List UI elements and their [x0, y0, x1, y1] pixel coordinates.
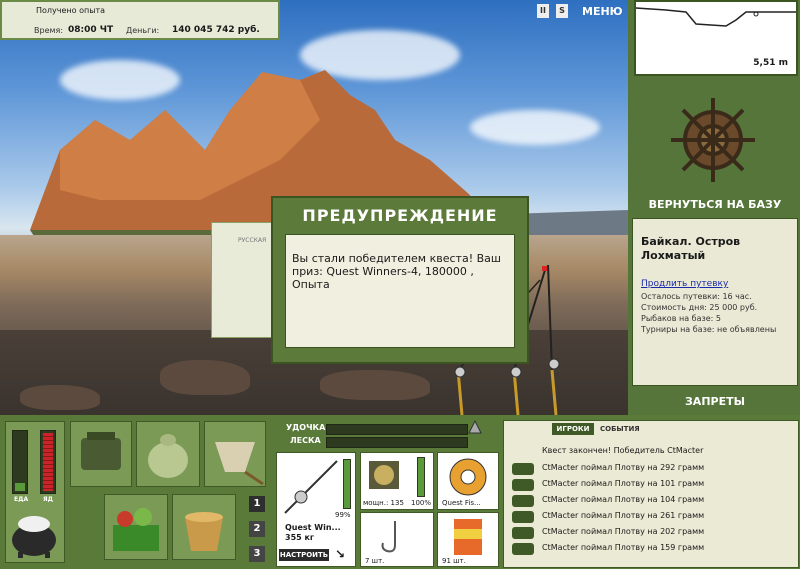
- trip-left: Осталось путевки: 16 час.: [641, 292, 752, 301]
- line-label: ЛЕСКА: [290, 436, 321, 445]
- tackle-box-slot[interactable]: [70, 421, 132, 487]
- day-cost: Стоимость дня: 25 000 руб.: [641, 303, 758, 312]
- ship-wheel-icon[interactable]: [668, 95, 758, 185]
- expand-arrow-icon[interactable]: ↘: [335, 547, 345, 561]
- background-window-label: РУССКАЯ: [238, 237, 267, 244]
- tab-players[interactable]: ИГРОКИ: [552, 423, 594, 435]
- sound-button[interactable]: S: [556, 4, 568, 18]
- rod-reel-icon: [284, 460, 338, 514]
- player-info-panel: Получено опыта Время: 08:00 ЧТ Деньги: 1…: [0, 0, 280, 40]
- food-basket-slot[interactable]: [104, 494, 168, 560]
- bait-count: 91 шт.: [442, 557, 466, 565]
- page-button-2[interactable]: 2: [249, 521, 265, 537]
- rod-label: УДОЧКА: [286, 423, 326, 432]
- bait-bag-slot[interactable]: [136, 421, 200, 487]
- food-basket-icon: [113, 508, 159, 551]
- event-text: CtMacter поймал Плотву на 261 грамм: [542, 511, 705, 520]
- fishing-line-slot[interactable]: Quest Fis...: [437, 452, 499, 510]
- background-window: РУССКАЯ: [211, 222, 275, 338]
- tension-indicator-icon: [468, 420, 482, 434]
- fish-icon: [512, 527, 534, 539]
- time-label: Время:: [34, 26, 64, 35]
- rod-item-weight: 355 кг: [285, 533, 315, 542]
- menu-label: МЕНЮ: [582, 5, 623, 18]
- bucket-slot[interactable]: [172, 494, 236, 560]
- dialog-title: ПРЕДУПРЕЖДЕНИЕ: [302, 206, 498, 225]
- hook-count: 7 шт.: [365, 557, 385, 565]
- warning-dialog[interactable]: ПРЕДУПРЕЖДЕНИЕ Вы стали победителем квес…: [271, 196, 529, 364]
- landing-net-slot[interactable]: [204, 421, 266, 487]
- line-spool-icon: [449, 458, 487, 496]
- rod-item-name: Quest Win...: [285, 523, 341, 532]
- bait-can-icon: [454, 519, 482, 555]
- fish-icon: [512, 543, 534, 555]
- landing-net-icon: [215, 442, 264, 486]
- rod-condition: 99%: [335, 511, 351, 519]
- location-panel: Байкал. Остров Лохматый Продлить путевку…: [632, 218, 798, 386]
- bucket-icon: [185, 512, 223, 551]
- rod-slot[interactable]: 99% Quest Win... 355 кг НАСТРОИТЬ ↘: [276, 452, 356, 567]
- rod-tension-bar: [326, 424, 468, 435]
- depth-value: 5,51 m: [753, 58, 788, 68]
- reel-slot[interactable]: мощн.: 135 100%: [360, 452, 434, 510]
- reel-condition: 100%: [411, 499, 432, 507]
- reel-condition-bar: [417, 457, 425, 497]
- energy-gauge: [40, 430, 56, 494]
- rod-condition-bar: [343, 459, 351, 509]
- location-title: Байкал. Остров Лохматый: [641, 235, 741, 262]
- line-item-name: Quest Fis...: [442, 499, 481, 507]
- food-gauge: [12, 430, 28, 494]
- event-text: CtMacter поймал Плотву на 101 грамм: [542, 479, 705, 488]
- reel-power: мощн.: 135: [363, 499, 404, 507]
- return-to-base-button[interactable]: ВЕРНУТЬСЯ НА БАЗУ: [632, 194, 798, 216]
- hook-slot[interactable]: 7 шт.: [360, 512, 434, 567]
- depth-sonar: 5,51 m: [634, 0, 798, 76]
- fish-icon: [512, 495, 534, 507]
- event-text: CtMacter поймал Плотву на 202 грамм: [542, 527, 705, 536]
- bait-bag-icon: [148, 434, 188, 478]
- page-button-1[interactable]: 1: [249, 496, 265, 512]
- food-label: ЕДА: [14, 496, 29, 503]
- reel-icon: [369, 461, 399, 489]
- event-text: CtMacter поймал Плотву на 104 грамм: [542, 495, 705, 504]
- bans-button[interactable]: ЗАПРЕТЫ: [632, 392, 798, 412]
- energy-gauge-fill: [43, 433, 53, 491]
- event-text: CtMacter поймал Плотву на 292 грамм: [542, 463, 705, 472]
- event-log: ИГРОКИ СОБЫТИЯ Квест закончен! Победител…: [503, 420, 799, 568]
- extend-trip-link[interactable]: Продлить путевку: [641, 279, 728, 289]
- fish-icon: [512, 511, 534, 523]
- pause-button[interactable]: II: [537, 4, 549, 18]
- dialog-message: Вы стали победителем квеста! Ваш приз: Q…: [285, 234, 515, 348]
- time-value: 08:00 ЧТ: [68, 25, 114, 35]
- rock: [320, 370, 430, 400]
- tournaments-info: Турниры на базе: не объявлены: [641, 325, 777, 334]
- hook-icon: [381, 521, 396, 553]
- energy-label: ЯД: [43, 496, 53, 503]
- rock: [20, 385, 100, 410]
- money-label: Деньги:: [126, 26, 160, 35]
- cauldron-icon[interactable]: [8, 508, 60, 558]
- fish-icon: [512, 463, 534, 475]
- food-gauge-fill: [15, 483, 25, 491]
- tackle-box-icon: [81, 432, 121, 470]
- money-value: 140 045 742 руб.: [172, 25, 260, 35]
- rock: [160, 360, 250, 395]
- tab-events[interactable]: СОБЫТИЯ: [600, 423, 640, 435]
- experience-label: Получено опыта: [36, 6, 106, 15]
- fish-icon: [512, 479, 534, 491]
- line-tension-bar: [326, 437, 468, 448]
- anglers-count: Рыбаков на базе: 5: [641, 314, 721, 323]
- menu-button[interactable]: МЕНЮ: [580, 2, 623, 20]
- page-button-3[interactable]: 3: [249, 546, 265, 562]
- bait-slot[interactable]: 91 шт.: [437, 512, 499, 567]
- setup-button[interactable]: НАСТРОИТЬ: [279, 549, 329, 561]
- event-text: CtMacter поймал Плотву на 159 грамм: [542, 543, 705, 552]
- quest-finished-line: Квест закончен! Победитель CtMacter: [542, 446, 704, 455]
